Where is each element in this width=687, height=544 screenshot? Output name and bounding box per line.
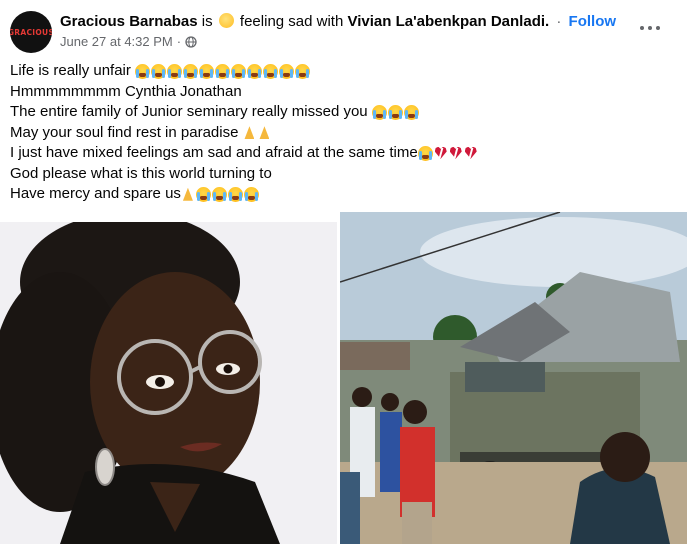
post-line: The entire family of Junior seminary rea… [10, 102, 680, 123]
crying-face-icons [134, 63, 310, 79]
post-header: GRACIOUS Gracious Barnabas is feeling sa… [0, 0, 687, 58]
post-line-text: May your soul find rest in paradise [10, 123, 239, 141]
post-line-text: Life is really unfair [10, 62, 131, 79]
post-line: May your soul find rest in paradise [10, 123, 680, 144]
meta-separator: · [176, 34, 182, 49]
post-line: Have mercy and spare us [10, 184, 680, 205]
accident-scene-photo[interactable] [340, 212, 687, 544]
author-avatar[interactable]: GRACIOUS [10, 11, 52, 53]
more-options-icon[interactable] [640, 20, 660, 36]
is-text: is [201, 13, 213, 30]
post-line-text: The entire family of Junior seminary rea… [10, 103, 368, 120]
globe-icon[interactable] [185, 35, 197, 48]
praying-crying-icons [181, 186, 259, 202]
praying-hands-icons [242, 125, 271, 140]
header-separator: · [556, 13, 562, 30]
follow-button[interactable]: Follow [569, 13, 617, 30]
post-line-text: I just have mixed feelings am sad and af… [10, 144, 418, 161]
post-line: I just have mixed feelings am sad and af… [10, 143, 680, 164]
feeling-text: feeling sad with [239, 13, 344, 30]
post-timestamp-link[interactable]: June 27 at 4:32 PM [60, 34, 173, 49]
post-line-text: Have mercy and spare us [10, 185, 181, 202]
crying-face-icons [371, 104, 419, 120]
post-line-text: Hmmmmmmmm Cynthia Jonathan [10, 82, 242, 100]
post-line: Hmmmmmmmm Cynthia Jonathan [10, 82, 680, 103]
avatar-logo-text: GRACIOUS [10, 27, 52, 37]
author-name-link[interactable]: Gracious Barnabas [60, 13, 198, 30]
crying-broken-heart-icons [417, 145, 478, 161]
post-header-line: Gracious Barnabas is feeling sad with Vi… [60, 13, 616, 30]
post-line: God please what is this world turning to [10, 164, 680, 185]
post-line-text: God please what is this world turning to [10, 164, 272, 182]
post-line: Life is really unfair [10, 61, 680, 82]
post-meta: June 27 at 4:32 PM · [60, 34, 197, 49]
portrait-photo[interactable] [0, 222, 337, 544]
sad-face-icon [218, 13, 234, 28]
tagged-user-link[interactable]: Vivian La'abenkpan Danladi. [348, 13, 550, 30]
post-text: Life is really unfair Hmmmmmmmm Cynthia … [10, 61, 680, 205]
